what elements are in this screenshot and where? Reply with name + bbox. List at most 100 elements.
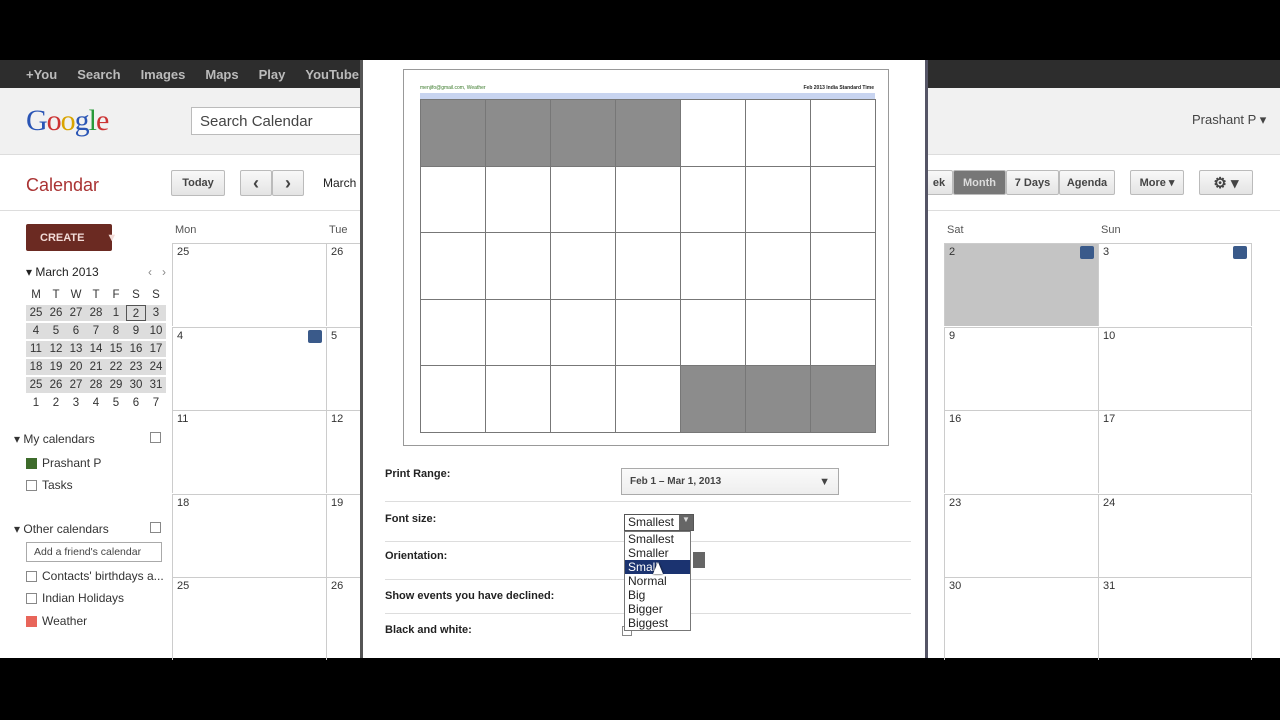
- mini-day[interactable]: 4: [26, 323, 46, 339]
- checkbox[interactable]: [26, 479, 37, 491]
- dropdown-arrow-icon[interactable]: ▼: [106, 232, 117, 244]
- mini-day[interactable]: 26: [46, 305, 66, 321]
- view-month[interactable]: Month: [953, 170, 1006, 195]
- mini-day[interactable]: 14: [86, 341, 106, 357]
- font-size-select[interactable]: Smallest ▼: [624, 514, 694, 531]
- mini-day[interactable]: 21: [86, 359, 106, 375]
- font-size-option[interactable]: Normal: [625, 574, 690, 588]
- my-calendars-header[interactable]: ▾ My calendars: [14, 432, 95, 446]
- font-size-option[interactable]: Big: [625, 588, 690, 602]
- mini-day[interactable]: 27: [66, 305, 86, 321]
- add-friend-input[interactable]: Add a friend's calendar: [26, 542, 162, 562]
- mini-day[interactable]: 25: [26, 305, 46, 321]
- day-cell[interactable]: 30: [944, 577, 1098, 660]
- view-agenda[interactable]: Agenda: [1059, 170, 1115, 195]
- more-button[interactable]: More ▾: [1130, 170, 1184, 195]
- mini-day[interactable]: 13: [66, 341, 86, 357]
- gnav-images[interactable]: Images: [141, 67, 186, 82]
- mini-day[interactable]: 5: [46, 323, 66, 339]
- mini-day[interactable]: 6: [126, 395, 146, 411]
- weather-icon[interactable]: [1080, 246, 1094, 259]
- checkbox[interactable]: [26, 570, 37, 582]
- mini-day[interactable]: 6: [66, 323, 86, 339]
- mini-day[interactable]: 29: [106, 377, 126, 393]
- mini-day[interactable]: 1: [26, 395, 46, 411]
- checkbox[interactable]: [26, 592, 37, 604]
- account-menu[interactable]: Prashant P ▾: [1192, 112, 1266, 128]
- day-cell[interactable]: 16: [944, 410, 1098, 493]
- print-range-select[interactable]: Feb 1 – Mar 1, 2013 ▼: [621, 468, 839, 495]
- mini-day[interactable]: 2: [126, 305, 146, 321]
- calendar-item[interactable]: Contacts' birthdays a...: [26, 569, 164, 583]
- mini-day[interactable]: 25: [26, 377, 46, 393]
- calendar-item[interactable]: Tasks: [26, 478, 73, 492]
- mini-day[interactable]: 20: [66, 359, 86, 375]
- day-cell[interactable]: 25: [172, 577, 326, 660]
- create-button[interactable]: CREATE ▼: [26, 224, 117, 251]
- menu-dropdown-icon[interactable]: [150, 432, 161, 443]
- day-cell[interactable]: 17: [1098, 410, 1252, 493]
- mini-day[interactable]: 8: [106, 323, 126, 339]
- mini-day[interactable]: 11: [26, 341, 46, 357]
- mini-day[interactable]: 3: [146, 305, 166, 321]
- day-cell[interactable]: 18: [172, 493, 326, 577]
- gnav-you[interactable]: +You: [26, 67, 57, 82]
- weather-icon[interactable]: [1233, 246, 1247, 259]
- font-size-option[interactable]: Smaller: [625, 546, 690, 560]
- mini-day[interactable]: 15: [106, 341, 126, 357]
- mini-day[interactable]: 5: [106, 395, 126, 411]
- view-week[interactable]: ek: [925, 170, 953, 195]
- google-logo[interactable]: Google: [26, 104, 109, 138]
- day-cell[interactable]: 25: [172, 243, 326, 326]
- mini-day[interactable]: 16: [126, 341, 146, 357]
- today-button[interactable]: Today: [171, 170, 225, 196]
- next-button[interactable]: ›: [272, 170, 304, 196]
- mini-day[interactable]: 30: [126, 377, 146, 393]
- weather-icon[interactable]: [308, 329, 322, 343]
- day-cell[interactable]: 2: [944, 243, 1098, 326]
- day-cell[interactable]: 3: [1098, 243, 1252, 326]
- mini-nav-icons[interactable]: ‹ ›: [148, 265, 166, 279]
- menu-dropdown-icon[interactable]: [150, 522, 161, 533]
- mini-day[interactable]: 10: [146, 323, 166, 339]
- mini-day[interactable]: 26: [46, 377, 66, 393]
- gnav-play[interactable]: Play: [259, 67, 286, 82]
- calendar-item[interactable]: Weather: [26, 614, 87, 628]
- gnav-youtube[interactable]: YouTube: [305, 67, 359, 82]
- search-input[interactable]: Search Calendar: [191, 107, 371, 135]
- mini-day[interactable]: 3: [66, 395, 86, 411]
- font-size-option[interactable]: Bigger: [625, 602, 690, 616]
- orientation-select-arrow[interactable]: [693, 552, 705, 568]
- collapse-icon[interactable]: ▾: [26, 265, 35, 279]
- day-cell[interactable]: 10: [1098, 326, 1252, 410]
- mini-day[interactable]: 22: [106, 359, 126, 375]
- prev-button[interactable]: ‹: [240, 170, 272, 196]
- mini-day[interactable]: 18: [26, 359, 46, 375]
- mini-day[interactable]: 12: [46, 341, 66, 357]
- day-cell[interactable]: 9: [944, 326, 1098, 410]
- font-size-option[interactable]: Smallest: [625, 532, 690, 546]
- mini-day[interactable]: 17: [146, 341, 166, 357]
- day-cell[interactable]: 11: [172, 410, 326, 493]
- mini-day[interactable]: 28: [86, 377, 106, 393]
- mini-day[interactable]: 9: [126, 323, 146, 339]
- day-cell[interactable]: 24: [1098, 493, 1252, 577]
- mini-day[interactable]: 28: [86, 305, 106, 321]
- day-cell[interactable]: 31: [1098, 577, 1252, 660]
- calendar-item[interactable]: Prashant P: [26, 456, 101, 470]
- font-size-option[interactable]: Biggest: [625, 616, 690, 630]
- calendar-item[interactable]: Indian Holidays: [26, 591, 124, 605]
- mini-day[interactable]: 7: [146, 395, 166, 411]
- mini-day[interactable]: 4: [86, 395, 106, 411]
- day-cell[interactable]: 23: [944, 493, 1098, 577]
- gnav-search[interactable]: Search: [77, 67, 120, 82]
- settings-button[interactable]: ⚙ ▾: [1199, 170, 1253, 195]
- mini-day[interactable]: 27: [66, 377, 86, 393]
- mini-day[interactable]: 31: [146, 377, 166, 393]
- mini-day[interactable]: 7: [86, 323, 106, 339]
- gnav-maps[interactable]: Maps: [205, 67, 238, 82]
- day-cell[interactable]: 4: [172, 326, 326, 410]
- view-7days[interactable]: 7 Days: [1006, 170, 1059, 195]
- mini-day[interactable]: 23: [126, 359, 146, 375]
- other-calendars-header[interactable]: ▾ Other calendars: [14, 522, 109, 536]
